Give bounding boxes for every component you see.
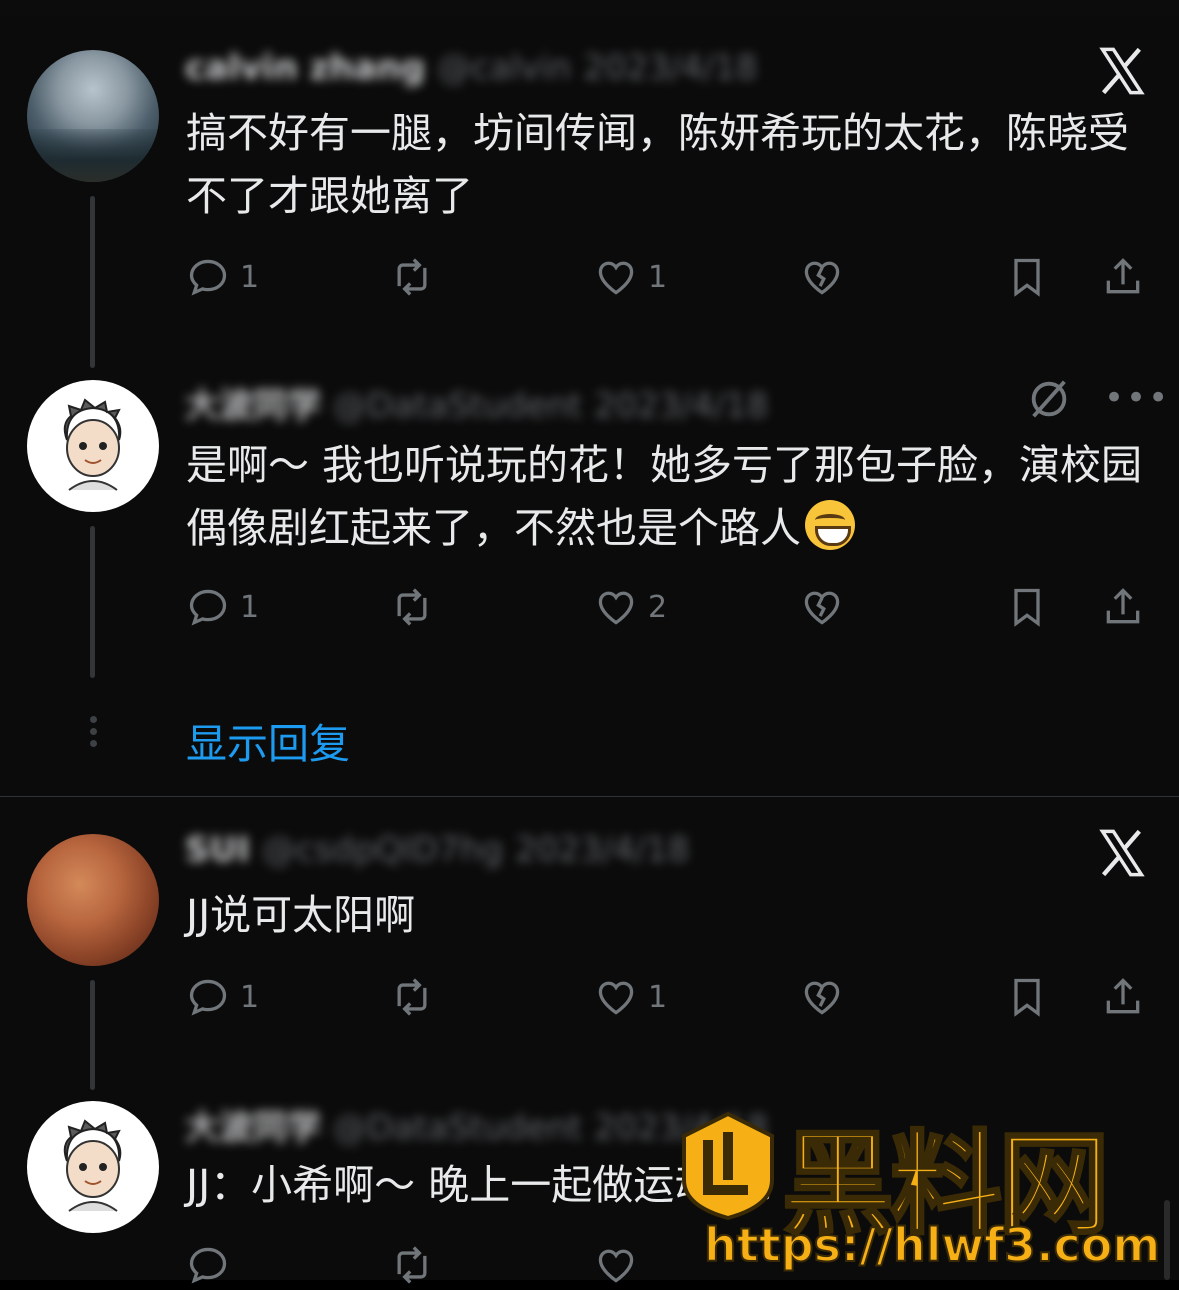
action-bar: 1 1 <box>0 972 1179 1022</box>
grinning-emoji-icon <box>805 500 855 550</box>
share-icon <box>1106 258 1140 294</box>
tweet-date: 2023/4/18 <box>594 386 769 424</box>
dislike-icon <box>804 981 840 1015</box>
tweet-date: 2023/4/18 <box>583 48 758 88</box>
author-name[interactable]: 大波同学 <box>185 1108 321 1146</box>
reply-count: 1 <box>240 259 260 295</box>
like-icon <box>598 261 634 295</box>
like-icon <box>598 591 634 625</box>
like-button[interactable]: 2 <box>594 582 667 632</box>
share-icon <box>1106 978 1140 1014</box>
like-count: 1 <box>648 259 668 295</box>
dislike-button[interactable] <box>800 582 844 632</box>
tweet-header[interactable]: SUI @csdpQID7hg 2023/4/18 <box>185 830 985 876</box>
action-bar: 1 2 <box>0 582 1179 632</box>
author-name[interactable]: SUI <box>185 830 250 870</box>
tweet-text: 是啊～ 我也听说玩的花！她多亏了那包子脸，演校园偶像剧红起来了，不然也是个路人 <box>186 434 1146 560</box>
like-icon <box>598 1249 634 1283</box>
avatar[interactable] <box>27 50 159 182</box>
cartoon-boy-icon <box>63 1119 122 1212</box>
reply-count: 1 <box>240 979 260 1015</box>
like-count: 2 <box>648 589 668 625</box>
action-bar: 1 1 <box>0 252 1179 302</box>
thread-separator <box>0 796 1179 797</box>
like-button[interactable] <box>594 1240 638 1290</box>
like-button[interactable]: 1 <box>594 252 667 302</box>
cartoon-boy-icon <box>63 398 122 491</box>
repost-icon <box>397 258 427 296</box>
top-bar <box>0 0 1179 16</box>
x-logo-icon[interactable] <box>1096 45 1148 97</box>
author-handle[interactable]: @calvin <box>437 48 571 88</box>
avatar[interactable] <box>27 380 159 512</box>
reply-icon <box>189 259 227 296</box>
tweet-text: JJ说可太阳啊 <box>186 891 416 939</box>
watermark-logo-icon <box>682 1111 774 1220</box>
repost-icon <box>397 978 427 1016</box>
bookmark-button[interactable] <box>1005 252 1049 302</box>
bookmark-button[interactable] <box>1005 582 1049 632</box>
like-count: 1 <box>648 979 668 1015</box>
author-handle[interactable]: @DataStudent <box>333 386 582 424</box>
dislike-icon <box>804 261 840 295</box>
repost-icon <box>397 588 427 626</box>
share-button[interactable] <box>1101 252 1145 302</box>
tweet-text: 搞不好有一腿，坊间传闻，陈妍希玩的太花，陈晓受不了才跟她离了 <box>186 109 1129 220</box>
author-name[interactable]: 大波同学 <box>185 386 321 424</box>
reply-button[interactable]: 1 <box>186 972 259 1022</box>
dislike-icon <box>804 591 840 625</box>
reply-count: 1 <box>240 589 260 625</box>
dislike-button[interactable] <box>800 252 844 302</box>
repost-button[interactable] <box>390 252 434 302</box>
author-handle[interactable]: @DataStudent <box>333 1108 582 1146</box>
bookmark-button[interactable] <box>1005 972 1049 1022</box>
bookmark-icon <box>1014 978 1040 1017</box>
reply-icon <box>189 979 227 1016</box>
repost-button[interactable] <box>390 972 434 1022</box>
reply-icon <box>189 1247 227 1284</box>
reply-button[interactable]: 1 <box>186 252 259 302</box>
like-button[interactable]: 1 <box>594 972 667 1022</box>
watermark: 黑料网 https://hlwf3.com <box>678 1100 1178 1280</box>
reply-button[interactable]: 1 <box>186 582 259 632</box>
bookmark-icon <box>1014 258 1040 297</box>
like-icon <box>598 981 634 1015</box>
avatar[interactable] <box>27 1101 159 1233</box>
watermark-url: https://hlwf3.com <box>703 1217 1161 1273</box>
author-name[interactable]: calvin zhang <box>185 48 425 88</box>
repost-button[interactable] <box>390 582 434 632</box>
scrollbar[interactable] <box>1164 1200 1170 1280</box>
x-logo-icon[interactable] <box>1096 827 1148 879</box>
tweet-text-content: 是啊～ 我也听说玩的花！她多亏了那包子脸，演校园偶像剧红起来了，不然也是个路人 <box>186 441 1143 552</box>
tweet-header[interactable]: 大波同学 @DataStudent 2023/4/18 <box>185 378 945 424</box>
bookmark-icon <box>1014 588 1040 627</box>
thread-more-dots <box>88 716 98 747</box>
share-button[interactable] <box>1101 582 1145 632</box>
grok-icon[interactable] <box>1026 376 1072 422</box>
show-replies-link[interactable]: 显示回复 <box>186 710 350 770</box>
share-icon <box>1106 588 1140 624</box>
repost-icon <box>397 1246 427 1284</box>
repost-button[interactable] <box>390 1240 434 1290</box>
reply-icon <box>189 589 227 626</box>
author-handle[interactable]: @csdpQID7hg <box>262 830 503 870</box>
more-icon[interactable]: ••• <box>1104 378 1170 418</box>
share-button[interactable] <box>1101 972 1145 1022</box>
tweet-date: 2023/4/18 <box>515 830 690 870</box>
avatar[interactable] <box>27 834 159 966</box>
reply-button[interactable] <box>186 1240 230 1290</box>
tweet-header[interactable]: calvin zhang @calvin 2023/4/18 <box>185 48 985 94</box>
dislike-button[interactable] <box>800 972 844 1022</box>
